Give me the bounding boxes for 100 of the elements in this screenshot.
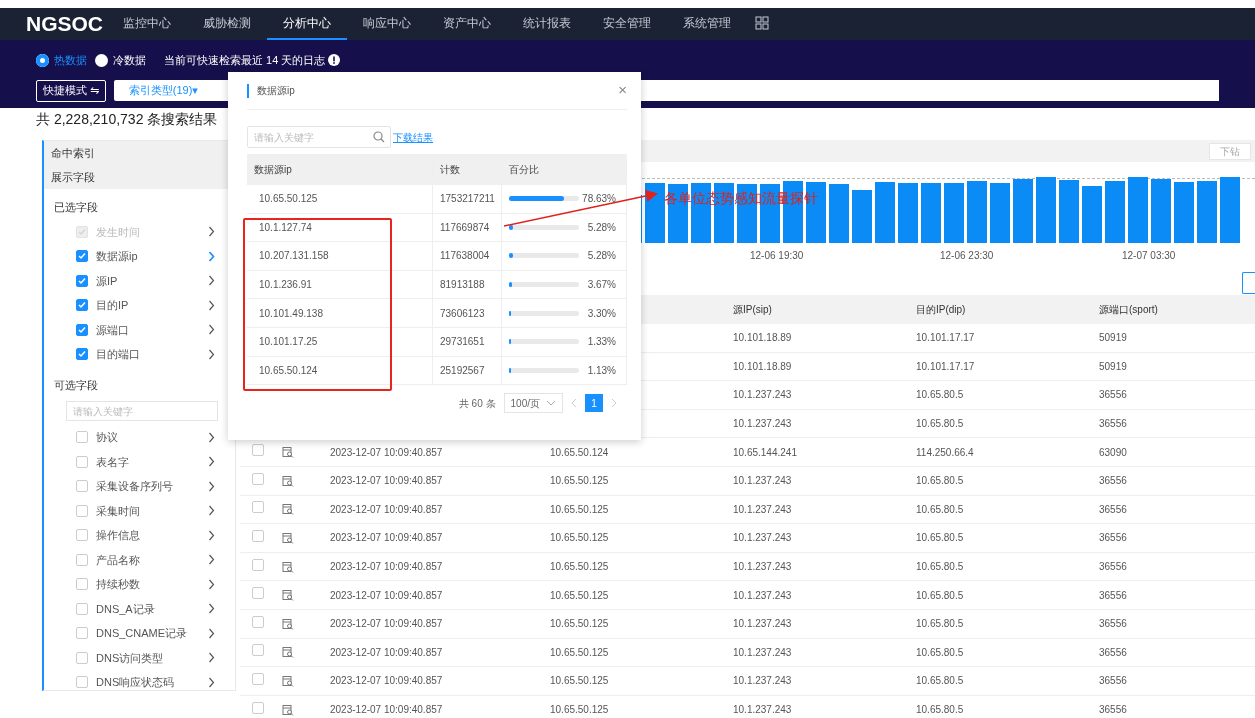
chevron-right-icon[interactable] (208, 324, 215, 336)
field-item[interactable]: 目的IP (44, 293, 235, 318)
checkbox[interactable] (76, 553, 88, 566)
document-search-icon[interactable] (282, 617, 294, 630)
document-search-icon[interactable] (282, 646, 294, 659)
mode-button[interactable]: 快捷模式 ⇋ (36, 79, 107, 102)
checkbox[interactable] (76, 299, 88, 312)
bar (645, 183, 665, 243)
checkbox[interactable] (76, 250, 88, 263)
chevron-right-icon[interactable] (208, 299, 215, 311)
chevron-right-icon[interactable] (208, 578, 215, 590)
caret-icon (546, 399, 556, 408)
field-item[interactable]: 表名字 (44, 449, 235, 474)
chevron-right-icon[interactable] (208, 348, 215, 360)
checkbox[interactable] (76, 578, 88, 591)
checkbox[interactable] (76, 274, 88, 287)
checkbox[interactable] (252, 701, 264, 714)
search-field[interactable]: 请输入关键字 (66, 401, 218, 421)
document-search-icon[interactable] (282, 446, 294, 459)
chevron-right-icon[interactable] (208, 529, 215, 541)
table-cell: 10.65.80.5 (916, 503, 964, 515)
chevron-right-icon[interactable] (208, 250, 215, 262)
field-item[interactable]: 源端口 (44, 317, 235, 342)
table-cell-text: 81913188 (440, 278, 485, 293)
chevron-right-icon[interactable] (208, 456, 215, 468)
bar (1197, 181, 1217, 243)
checkbox[interactable] (252, 615, 264, 628)
field-item[interactable]: 持续秒数 (44, 572, 235, 597)
table-cell-text: 73606123 (440, 306, 485, 321)
document-search-icon[interactable] (282, 560, 294, 573)
nav-tab[interactable]: 资产中心 (427, 8, 507, 40)
field-item[interactable]: DNS访问类型 (44, 645, 235, 670)
field-item[interactable]: 采集设备序列号 (44, 474, 235, 499)
checkbox[interactable] (252, 501, 264, 514)
chevron-right-icon[interactable] (208, 676, 215, 688)
table-cell: 10.101.17.17 (916, 360, 975, 372)
field-item[interactable]: 源IP (44, 268, 235, 293)
field-item[interactable]: 数据源ip (44, 244, 235, 269)
nav-tab[interactable]: 安全管理 (587, 8, 667, 40)
checkbox[interactable] (252, 529, 264, 542)
grid-icon[interactable] (755, 16, 769, 30)
checkbox[interactable] (76, 323, 88, 336)
chevron-right-icon[interactable] (208, 603, 215, 615)
checkbox[interactable] (76, 480, 88, 493)
field-item[interactable]: DNS_CNAME记录 (44, 621, 235, 646)
document-search-icon[interactable] (282, 674, 294, 687)
percent-text: 1.33% (587, 335, 617, 350)
bar (1059, 180, 1079, 243)
nav-tab[interactable]: 统计报表 (507, 8, 587, 40)
checkbox[interactable] (76, 676, 88, 689)
progress-bar (509, 310, 579, 316)
checkbox[interactable] (76, 455, 88, 468)
radio-option[interactable]: 热数据 (36, 52, 87, 69)
chevron-right-icon[interactable] (208, 505, 215, 517)
checkbox[interactable] (76, 602, 88, 615)
nav-tab[interactable]: 监控中心 (107, 8, 187, 40)
checkbox[interactable] (76, 651, 88, 664)
chevron-right-icon[interactable] (208, 431, 215, 443)
chevron-right-icon[interactable] (208, 652, 215, 664)
chevron-right-icon[interactable] (208, 554, 215, 566)
chevron-right-icon[interactable] (208, 275, 215, 287)
checkbox[interactable] (252, 472, 264, 485)
field-item[interactable]: 协议 (44, 425, 235, 450)
checkbox[interactable] (252, 644, 264, 657)
nav-tab[interactable]: 威胁检测 (187, 8, 267, 40)
document-search-icon[interactable] (282, 531, 294, 544)
checkbox[interactable] (252, 672, 264, 685)
table-cell: 114.250.66.4 (916, 446, 974, 458)
checkbox[interactable] (76, 504, 88, 517)
field-item[interactable]: 采集时间 (44, 498, 235, 523)
field-item[interactable]: 目的端口 (44, 342, 235, 367)
chevron-left-icon (571, 398, 577, 409)
checkbox[interactable] (252, 444, 264, 457)
document-search-icon[interactable] (282, 589, 294, 602)
radio-option[interactable]: 冷数据 (95, 52, 146, 69)
checkbox[interactable] (252, 558, 264, 571)
table-cell: 10.65.80.5 (916, 589, 964, 601)
nav-tab[interactable]: 响应中心 (347, 8, 427, 40)
document-search-icon[interactable] (282, 503, 294, 516)
field-item[interactable]: 产品名称 (44, 547, 235, 572)
search-field[interactable]: 请输入关键字 (247, 126, 391, 148)
document-search-icon[interactable] (282, 474, 294, 487)
progress-bar (509, 339, 579, 345)
page-size-select[interactable]: 100/页 (503, 393, 563, 414)
bar (1082, 186, 1102, 243)
checkbox[interactable] (76, 431, 88, 444)
field-item[interactable]: 操作信息 (44, 523, 235, 548)
nav-tab[interactable]: 系统管理 (667, 8, 747, 40)
document-search-icon[interactable] (282, 703, 294, 716)
close-button[interactable]: × (618, 79, 627, 102)
toolbar-button[interactable] (1242, 272, 1255, 294)
field-item[interactable]: DNS响应状态码 (44, 670, 235, 695)
checkbox[interactable] (76, 348, 88, 361)
field-item[interactable]: DNS_A记录 (44, 596, 235, 621)
chevron-right-icon[interactable] (208, 627, 215, 639)
chevron-right-icon[interactable] (208, 480, 215, 492)
checkbox[interactable] (76, 529, 88, 542)
table-cell: 10.65.50.125 (550, 561, 609, 573)
checkbox[interactable] (252, 587, 264, 600)
checkbox[interactable] (76, 627, 88, 640)
